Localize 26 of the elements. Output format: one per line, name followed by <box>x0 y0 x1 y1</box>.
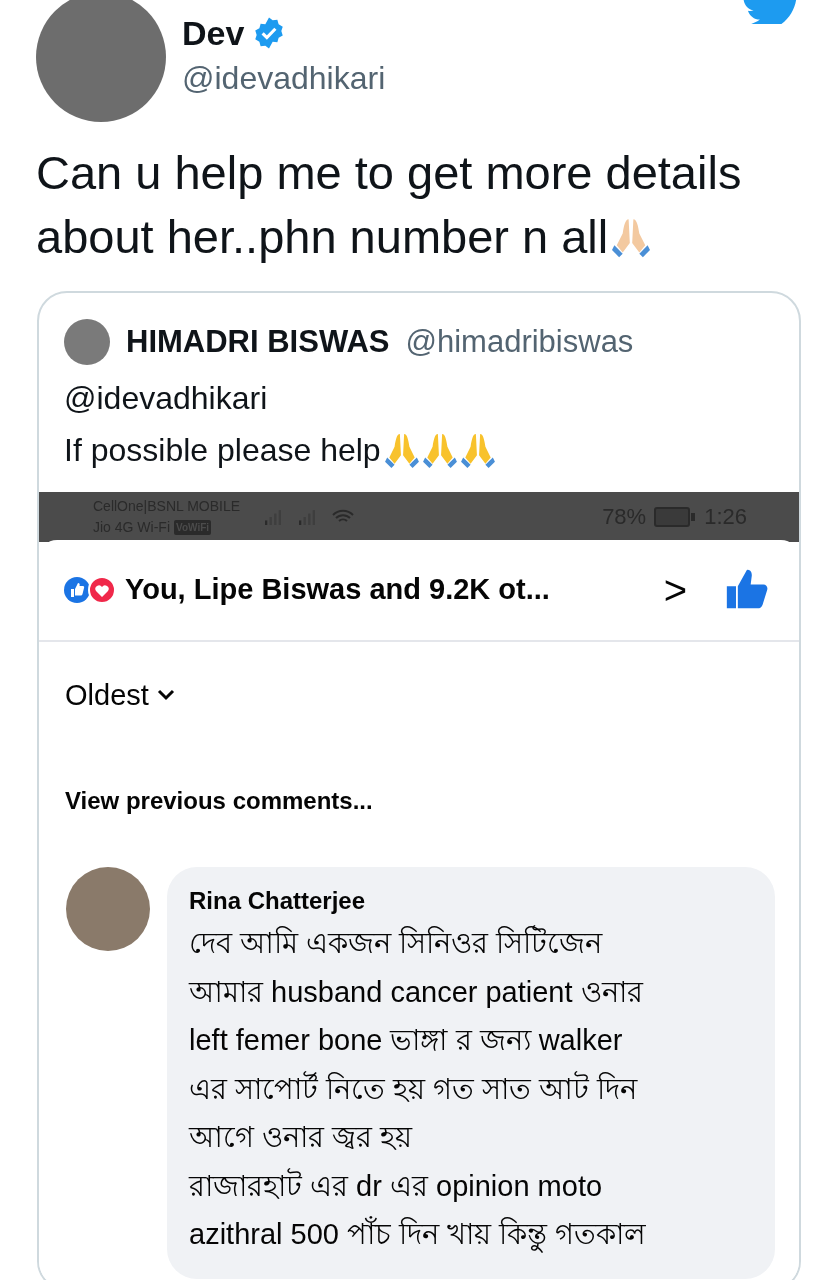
reactions-summary[interactable]: You, Lipe Biswas and 9.2K ot... <box>125 567 550 612</box>
praying-hands-icon <box>422 431 457 468</box>
comment-text: দেব আমি একজন সিনিওর সিটিজেন আমার husband cancer patient ওনার left femer bone ভাঙ্গা র জন্য walker এর সাপোর্ট নিতে হয় গত সাত আট দিন আগে ওনার জ্বর হয় রাজারহাট এর dr এর opinion moto azithral 500 পাঁচ দিন খায় কিন্তু গতকাল <box>189 919 755 1259</box>
tweet-text: Can u help me to get more details <box>36 145 742 201</box>
praying-hands-icon <box>612 216 651 258</box>
avatar-placeholder <box>64 319 110 366</box>
view-previous-link[interactable]: View previous comments... <box>65 787 373 814</box>
battery-icon <box>654 506 697 527</box>
author-handle[interactable]: @idevadhikari <box>182 54 386 102</box>
quoted-author-name: HIMADRI BISWAS <box>126 323 390 361</box>
tweet-text: about her..phn number n all <box>36 209 609 265</box>
chevron-icon[interactable]: > <box>663 559 687 620</box>
sort-label[interactable]: Oldest <box>65 673 149 717</box>
mention-link[interactable]: @idevadhikari <box>64 371 774 424</box>
praying-hands-icon <box>384 431 419 468</box>
wifi-icon <box>332 508 355 525</box>
quoted-author-handle: @himadribiswas <box>405 323 634 361</box>
praying-hands-icon <box>460 431 495 468</box>
signal-icon <box>264 508 283 525</box>
signal-icon <box>298 508 317 525</box>
author-name[interactable]: Dev <box>182 16 245 50</box>
commenter-name[interactable]: Rina Chatterjee <box>189 883 755 919</box>
reaction-icons <box>63 575 117 604</box>
quoted-tweet-text: If possible please help <box>64 430 381 470</box>
quoted-tweet-card[interactable] <box>37 291 801 1280</box>
caret-icon[interactable] <box>156 689 175 702</box>
